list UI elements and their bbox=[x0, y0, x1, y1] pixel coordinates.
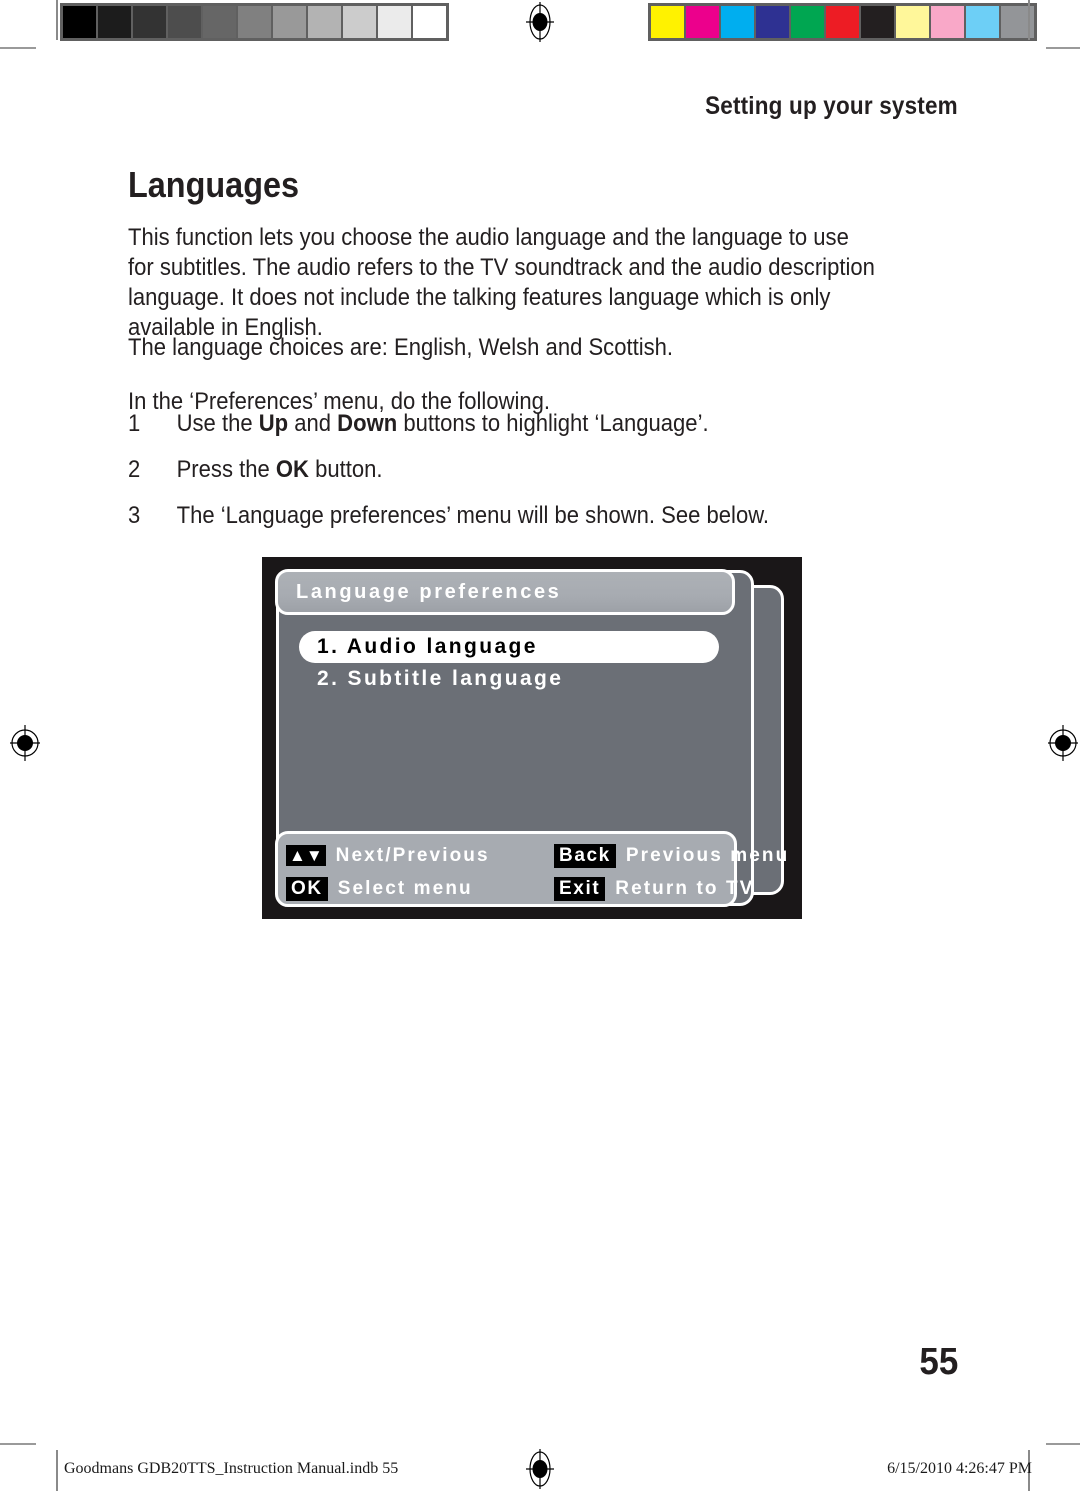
step-text-run: button. bbox=[308, 456, 383, 483]
step-bold-keyword: Down bbox=[337, 410, 398, 437]
step-number: 3 bbox=[128, 502, 141, 529]
osd-hint-select-menu: OK Select menu bbox=[286, 876, 554, 901]
step-item: 1 Use the Up and Down buttons to highligh… bbox=[128, 410, 920, 438]
osd-menu-item-label: 2. Subtitle language bbox=[317, 667, 564, 690]
osd-hint-row-bottom: OK Select menu Exit Return to TV bbox=[286, 872, 752, 905]
osd-hint-label-previous-menu: Previous menu bbox=[625, 844, 790, 866]
step-bold-keyword: OK bbox=[275, 456, 309, 483]
osd-screenshot: Language preferences 1. Audio language 2.… bbox=[262, 557, 802, 919]
page-title: Languages bbox=[128, 164, 300, 206]
step-number: 1 bbox=[128, 410, 141, 437]
back-key-icon: Back bbox=[554, 843, 616, 868]
footer-file-slug: Goodmans GDB20TTS_Instruction Manual.ind… bbox=[64, 1460, 399, 1477]
footer-timestamp: 6/15/2010 4:26:47 PM bbox=[887, 1460, 1032, 1477]
osd-hint-next-previous: ▲▼ Next/Previous bbox=[286, 845, 554, 867]
osd-menu-list: 1. Audio language 2. Subtitle language bbox=[299, 631, 739, 695]
intro-paragraph: This function lets you choose the audio … bbox=[128, 223, 875, 341]
step-text-run: and bbox=[288, 410, 338, 437]
osd-menu-item-label: 1. Audio language bbox=[317, 635, 538, 658]
ok-key-icon: OK bbox=[286, 876, 328, 901]
step-text-run: The ‘Language preferences’ menu will be … bbox=[176, 502, 770, 529]
osd-main-panel: Language preferences 1. Audio language 2.… bbox=[275, 569, 787, 907]
step-item: 3 The ‘Language preferences’ menu will be… bbox=[128, 502, 920, 530]
exit-key-icon: Exit bbox=[554, 876, 606, 901]
osd-menu-item-selected[interactable]: 1. Audio language bbox=[299, 631, 719, 663]
osd-hint-previous-menu: Back Previous menu bbox=[554, 843, 790, 868]
step-text: The ‘Language preferences’ menu will be … bbox=[177, 502, 920, 530]
osd-title-bar: Language preferences bbox=[275, 569, 735, 615]
step-text: Use the Up and Down buttons to highlight… bbox=[177, 410, 920, 438]
page-number: 55 bbox=[919, 1341, 958, 1383]
step-bold-keyword: Up bbox=[258, 410, 289, 437]
up-down-arrows-icon: ▲▼ bbox=[286, 845, 326, 866]
manual-page: Setting up your system Languages This fu… bbox=[0, 0, 1080, 1491]
language-choices-paragraph: The language choices are: English, Welsh… bbox=[128, 333, 674, 361]
step-text-run: Press the bbox=[176, 456, 276, 483]
step-number: 2 bbox=[128, 456, 141, 483]
step-text: Press the OK button. bbox=[177, 456, 920, 484]
osd-hint-return-to-tv: Exit Return to TV bbox=[554, 876, 755, 901]
step-text-run: buttons to highlight ‘Language’. bbox=[397, 410, 709, 437]
osd-hint-row-top: ▲▼ Next/Previous Back Previous menu bbox=[286, 839, 787, 872]
osd-hint-label-select-menu: Select menu bbox=[337, 877, 473, 899]
running-head: Setting up your system bbox=[705, 92, 958, 120]
osd-menu-item[interactable]: 2. Subtitle language bbox=[299, 663, 739, 695]
step-text-run: Use the bbox=[176, 410, 259, 437]
numbered-steps-list: 1 Use the Up and Down buttons to highligh… bbox=[128, 410, 1008, 548]
osd-hint-label-return-to-tv: Return to TV bbox=[615, 877, 755, 899]
osd-hint-label-next-previous: Next/Previous bbox=[335, 844, 490, 866]
step-item: 2 Press the OK button. bbox=[128, 456, 920, 484]
osd-hint-bar: ▲▼ Next/Previous Back Previous menu OK S… bbox=[275, 831, 787, 907]
osd-title-label: Language preferences bbox=[296, 580, 562, 603]
